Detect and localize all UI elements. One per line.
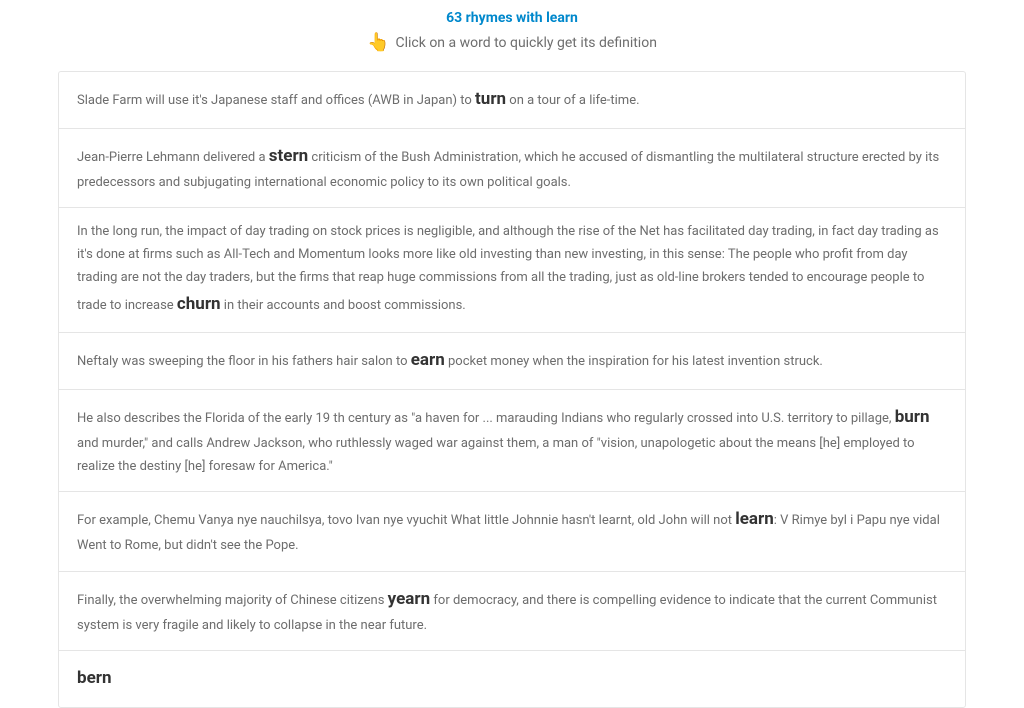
rhyme-word-earn[interactable]: earn: [411, 350, 445, 370]
sentence-after: in their accounts and boost commissions.: [221, 298, 466, 313]
subtitle-text: Click on a word to quickly get its defin…: [396, 35, 657, 51]
rhyme-word-turn[interactable]: turn: [475, 89, 506, 109]
page-title: 63 rhymes with learn: [0, 10, 1024, 26]
list-item: bern: [59, 651, 965, 707]
list-item: Neftaly was sweeping the floor in his fa…: [59, 333, 965, 390]
list-item: Slade Farm will use it's Japanese staff …: [59, 72, 965, 129]
list-item: For example, Chemu Vanya nye nauchilsya,…: [59, 492, 965, 572]
sentence-after: pocket money when the inspiration for hi…: [445, 354, 823, 369]
sentence-before: Slade Farm will use it's Japanese staff …: [77, 93, 475, 108]
list-item: He also describes the Florida of the ear…: [59, 390, 965, 492]
sentence-before: He also describes the Florida of the ear…: [77, 411, 895, 426]
sentence-before: Jean-Pierre Lehmann delivered a: [77, 150, 269, 165]
rhyme-word-churn[interactable]: churn: [177, 294, 221, 314]
sentence-after: and murder," and calls Andrew Jackson, w…: [77, 436, 915, 474]
rhyme-list: Slade Farm will use it's Japanese staff …: [58, 71, 966, 708]
rhyme-word-yearn[interactable]: yearn: [388, 589, 430, 609]
rhyme-word-bern[interactable]: bern: [77, 668, 112, 688]
rhyme-word-learn[interactable]: learn: [735, 509, 774, 529]
page-subtitle: 👆 Click on a word to quickly get its def…: [0, 32, 1024, 53]
sentence-after: on a tour of a life-time.: [506, 93, 639, 108]
pointer-icon: 👆: [367, 32, 389, 53]
sentence-before: Neftaly was sweeping the floor in his fa…: [77, 354, 411, 369]
sentence-before: For example, Chemu Vanya nye nauchilsya,…: [77, 513, 735, 528]
list-item: In the long run, the impact of day tradi…: [59, 208, 965, 333]
list-item: Finally, the overwhelming majority of Ch…: [59, 572, 965, 652]
rhyme-word-stern[interactable]: stern: [269, 146, 308, 166]
rhyme-word-burn[interactable]: burn: [895, 407, 930, 427]
sentence-before: Finally, the overwhelming majority of Ch…: [77, 593, 388, 608]
list-item: Jean-Pierre Lehmann delivered a stern cr…: [59, 129, 965, 209]
header: 63 rhymes with learn 👆 Click on a word t…: [0, 10, 1024, 53]
